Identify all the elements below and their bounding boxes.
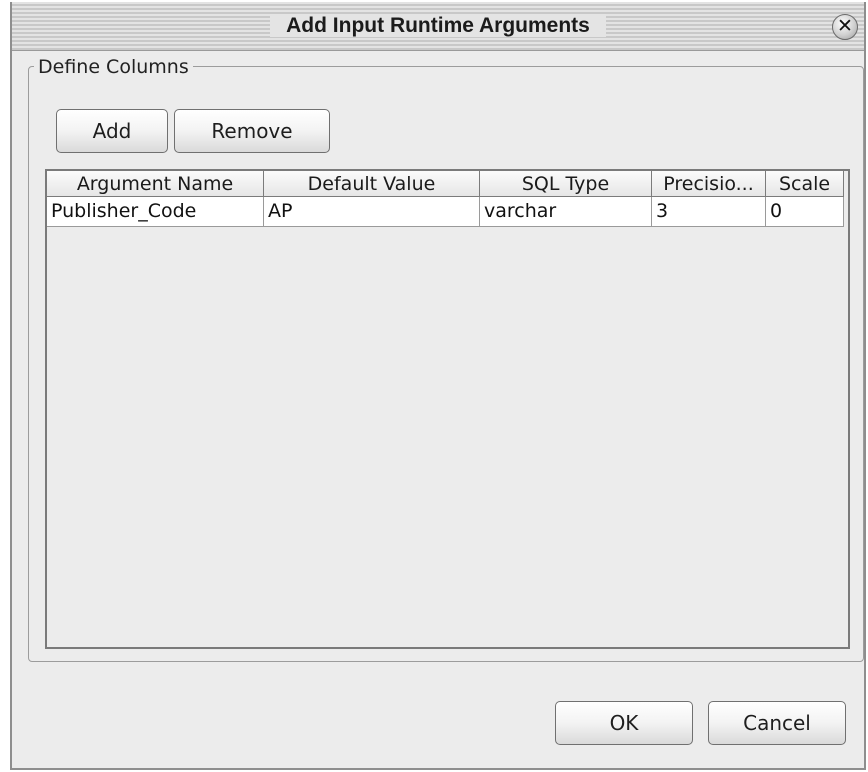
cell-precision[interactable]: 3 — [652, 197, 766, 227]
column-header-argument-name[interactable]: Argument Name — [47, 171, 264, 197]
cancel-button[interactable]: Cancel — [708, 701, 846, 745]
cell-sql-type[interactable]: varchar — [480, 197, 652, 227]
title-bar[interactable]: Add Input Runtime Arguments ✕ — [12, 2, 864, 51]
ok-button[interactable]: OK — [555, 701, 693, 745]
column-header-precision[interactable]: Precisio... — [652, 171, 766, 197]
column-header-scale[interactable]: Scale — [766, 171, 844, 197]
add-button[interactable]: Add — [56, 109, 168, 153]
dialog-title: Add Input Runtime Arguments — [12, 2, 864, 50]
cell-default-value[interactable]: AP — [264, 197, 480, 227]
cell-scale[interactable]: 0 — [766, 197, 844, 227]
close-icon[interactable]: ✕ — [832, 14, 858, 40]
column-header-default-value[interactable]: Default Value — [264, 171, 480, 197]
column-header-sql-type[interactable]: SQL Type — [480, 171, 652, 197]
table-header: Argument Name Default Value SQL Type Pre… — [47, 171, 844, 197]
table-row[interactable]: Publisher_Code AP varchar 3 0 — [47, 197, 844, 227]
arguments-table[interactable]: Argument Name Default Value SQL Type Pre… — [45, 169, 850, 649]
cell-argument-name[interactable]: Publisher_Code — [47, 197, 264, 227]
remove-button[interactable]: Remove — [174, 109, 330, 153]
define-columns-label: Define Columns — [34, 55, 193, 79]
add-input-runtime-arguments-dialog: Add Input Runtime Arguments ✕ Define Col… — [10, 2, 866, 770]
